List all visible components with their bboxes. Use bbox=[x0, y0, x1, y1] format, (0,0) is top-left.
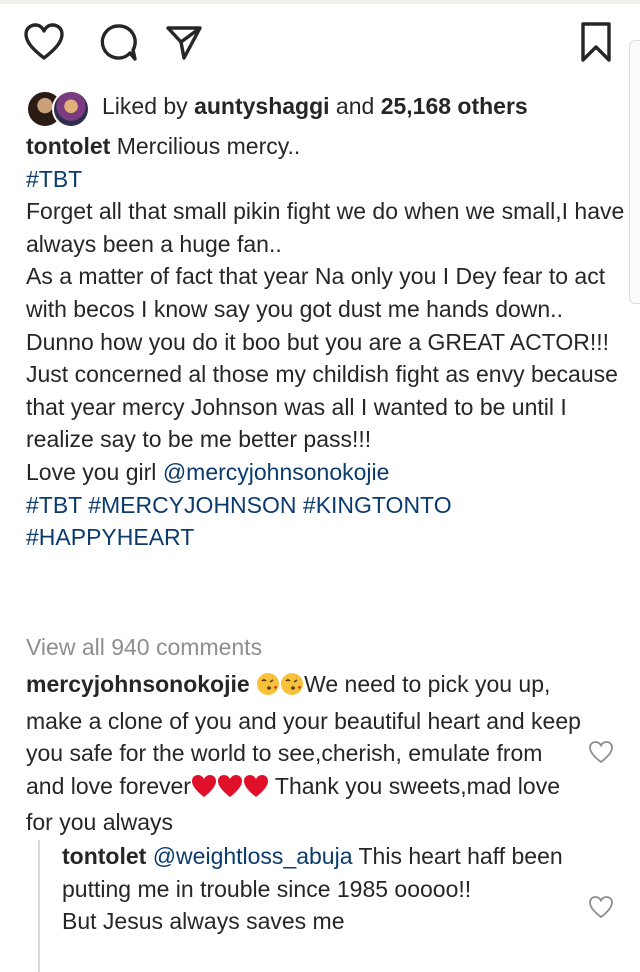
likes-count[interactable]: 25,168 others bbox=[381, 93, 528, 119]
reply-thread: tontolet @weightloss_abuja This heart ha… bbox=[38, 840, 600, 972]
top-edge bbox=[0, 0, 640, 4]
likes-text: Liked by auntyshaggi and 25,168 others bbox=[102, 90, 528, 123]
love-text: Love you girl bbox=[26, 458, 163, 485]
caption-paragraph: Dunno how you do it boo but you are a GR… bbox=[26, 328, 609, 355]
red-heart-emoji-icon bbox=[217, 774, 243, 807]
view-all-comments-link[interactable]: View all 940 comments bbox=[26, 631, 262, 664]
comment-item: mercyjohnsonokojie We need to pick you u… bbox=[26, 668, 586, 839]
heart-outline-icon bbox=[588, 739, 614, 765]
reply-body-line: But Jesus always saves me bbox=[62, 908, 345, 935]
like-button[interactable] bbox=[20, 16, 68, 68]
red-heart-emoji-icon bbox=[243, 774, 269, 807]
heart-outline-icon bbox=[23, 22, 65, 62]
hashtag-tbt[interactable]: #TBT bbox=[26, 163, 626, 196]
likes-middle: and bbox=[329, 92, 381, 119]
caption-username[interactable]: tontolet bbox=[26, 133, 110, 159]
liker-avatars bbox=[26, 88, 94, 128]
reply-username[interactable]: tontolet bbox=[62, 843, 146, 869]
avatar bbox=[52, 90, 90, 128]
red-heart-emoji-icon bbox=[191, 774, 217, 807]
caption-love-line: Love you girl @mercyjohnsonokojie bbox=[26, 456, 626, 489]
scrollbar[interactable] bbox=[629, 40, 640, 304]
reply-like-button[interactable] bbox=[588, 894, 614, 920]
heart-outline-icon bbox=[588, 894, 614, 920]
hashtag-happyheart[interactable]: #HAPPYHEART bbox=[26, 521, 626, 554]
share-button[interactable] bbox=[160, 16, 208, 68]
reply-text: tontolet @weightloss_abuja This heart ha… bbox=[62, 840, 582, 905]
bookmark-icon bbox=[579, 20, 613, 64]
post-caption: tontolet Mercilious mercy.. #TBT Forget … bbox=[26, 130, 626, 554]
hashtag-line[interactable]: #TBT #MERCYJOHNSON #KINGTONTO bbox=[26, 489, 626, 522]
comment-icon bbox=[98, 22, 138, 62]
save-button[interactable] bbox=[572, 16, 620, 68]
caption-paragraph: Just concerned al those my childish figh… bbox=[26, 361, 618, 453]
kiss-face-emoji-icon bbox=[280, 672, 304, 705]
likes-summary[interactable]: Liked by auntyshaggi and 25,168 others bbox=[26, 86, 528, 128]
post-action-bar bbox=[0, 16, 640, 76]
comment-button[interactable] bbox=[94, 16, 142, 68]
caption-title: Mercilious mercy.. bbox=[110, 133, 301, 159]
kiss-face-emoji-icon bbox=[256, 672, 280, 705]
reply-item: tontolet @weightloss_abuja This heart ha… bbox=[62, 840, 582, 938]
caption-paragraph: Forget all that small pikin fight we do … bbox=[26, 198, 625, 257]
caption-title-line: tontolet Mercilious mercy.. bbox=[26, 130, 626, 163]
share-paper-plane-icon bbox=[164, 22, 204, 62]
liked-by-username[interactable]: auntyshaggi bbox=[194, 93, 329, 119]
mention-link[interactable]: @mercyjohnsonokojie bbox=[163, 459, 390, 485]
caption-paragraph: As a matter of fact that year Na only yo… bbox=[26, 263, 606, 322]
comment-text: mercyjohnsonokojie We need to pick you u… bbox=[26, 668, 586, 839]
comment-like-button[interactable] bbox=[588, 739, 614, 765]
mention-link[interactable]: @weightloss_abuja bbox=[153, 843, 353, 869]
comment-username[interactable]: mercyjohnsonokojie bbox=[26, 671, 250, 697]
likes-prefix: Liked by bbox=[102, 92, 195, 119]
